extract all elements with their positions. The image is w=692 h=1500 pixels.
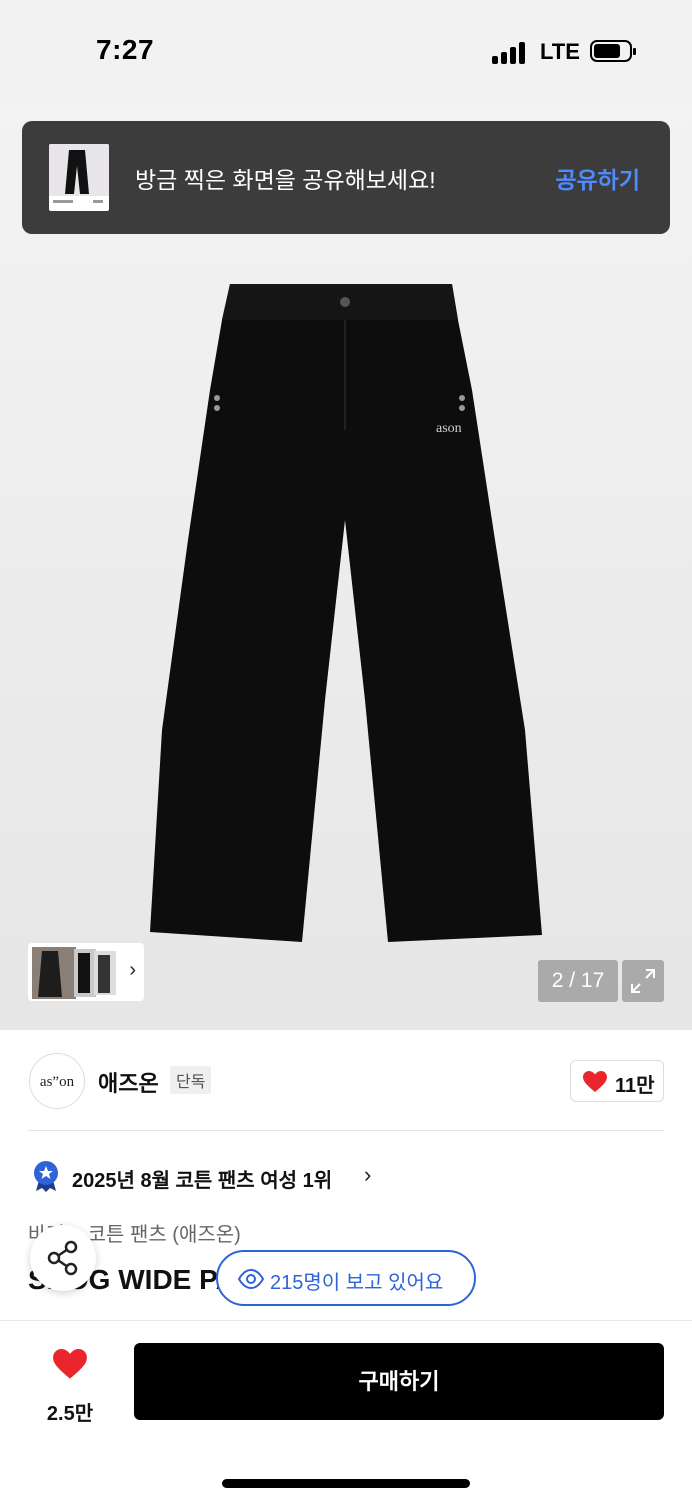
pants-logo-text: ason [436, 421, 462, 436]
image-counter: 2 / 17 [538, 960, 618, 1002]
screenshot-thumbnail [49, 144, 109, 211]
status-time: 7:27 [96, 34, 155, 65]
product-image-gallery[interactable]: ason [0, 100, 692, 1030]
expand-icon[interactable] [622, 960, 664, 1002]
heart-icon [583, 1071, 607, 1092]
share-screenshot-banner: 방금 찍은 화면을 공유해보세요! 공유하기 [22, 121, 670, 234]
viewers-badge: 215명이 보고 있어요 [216, 1250, 476, 1306]
award-badge-icon [34, 1161, 58, 1192]
product-image: ason [150, 284, 542, 942]
buy-button[interactable]: 구매하기 [134, 1343, 664, 1420]
heart-icon [53, 1349, 87, 1379]
share-button[interactable] [30, 1225, 96, 1291]
share-icon [47, 1240, 78, 1276]
eye-icon [238, 1268, 264, 1290]
brand-name[interactable]: 애즈온 [98, 1066, 159, 1098]
chevron-right-icon: › [364, 1162, 372, 1187]
divider [28, 1130, 664, 1131]
bottom-action-bar: 2.5만 구매하기 [0, 1320, 692, 1500]
share-banner-text: 방금 찍은 화면을 공유해보세요! [135, 167, 436, 193]
ranking-text: 2025년 8월 코튼 팬츠 여성 1위 [72, 1170, 333, 1192]
chevron-right-icon: › [129, 959, 136, 981]
battery-icon [590, 40, 636, 62]
wishlist-count: 2.5만 [46, 1403, 94, 1425]
status-bar: 7:27 LTE [0, 0, 692, 100]
thumbnail-images [32, 947, 116, 999]
viewers-text: 215명이 보고 있어요 [270, 1272, 444, 1294]
brand-like-count: 11만 [615, 1075, 655, 1097]
thumbnail-strip[interactable]: › [28, 943, 144, 1001]
wishlist-button[interactable]: 2.5만 [40, 1349, 100, 1429]
brand-like-button[interactable]: 11만 [570, 1060, 664, 1102]
signal-icon [492, 40, 528, 64]
home-indicator [222, 1479, 470, 1488]
brand-logo[interactable]: as”on [29, 1053, 85, 1109]
share-action-button[interactable]: 공유하기 [555, 161, 640, 195]
network-type: LTE [540, 39, 580, 64]
exclusive-badge: 단독 [170, 1066, 212, 1094]
